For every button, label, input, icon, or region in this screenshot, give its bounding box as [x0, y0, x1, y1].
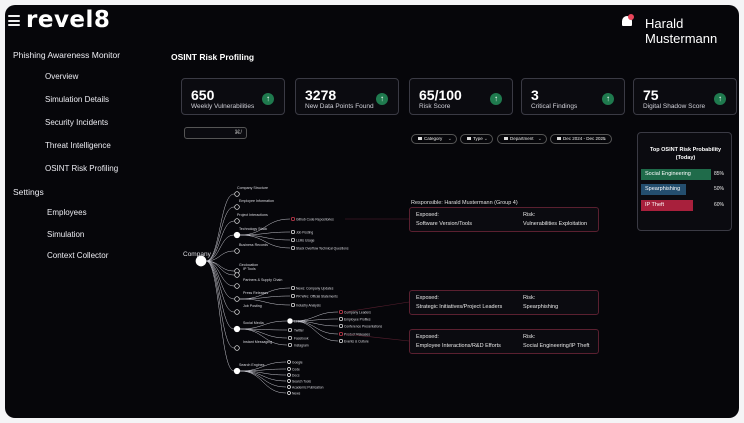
tree-branch-node: [234, 272, 240, 278]
tree-leaf-node: [338, 323, 344, 329]
tree-leaf-node: [287, 342, 293, 348]
osint-tree-diagram: Company Company Structure Employee Informa…: [183, 186, 410, 395]
tree-branch-label: Project Interactions: [237, 213, 268, 217]
tree-branch-label: Technology Stack: [239, 227, 267, 231]
tree-branch-label: Instant Messaging: [243, 340, 272, 344]
tree-leaf-node: [290, 293, 296, 299]
tree-edge: [205, 260, 235, 300]
tree-leaf-label: LLMs Usage: [296, 238, 315, 242]
tree-branch-node: [233, 231, 241, 239]
tree-branch-label: Business Records: [239, 243, 268, 247]
tree-leaf-label: Conference Presentations: [344, 324, 382, 328]
tree-leaf-node: [290, 229, 296, 235]
tree-branch-label: Job Posting: [243, 304, 262, 308]
tree-edge: [239, 368, 287, 372]
tree-branch-label: Press Releases: [243, 291, 268, 295]
tree-leaf-node: [287, 335, 293, 341]
tree-leaf-label: News: Company Updates: [296, 286, 334, 290]
tree-leaf-node: [338, 316, 344, 322]
tree-branch-node: [234, 218, 240, 224]
tree-leaf-node: [290, 216, 296, 222]
tree-branch-label: Company Structure: [237, 186, 268, 190]
tree-leaf-node: [287, 318, 293, 324]
tree-leaf-node: [287, 379, 291, 383]
tree-branch-label: Employee Information: [239, 199, 274, 203]
tree-leaf-node: [290, 302, 296, 308]
tree-edge: [239, 234, 291, 241]
tree-leaf-label: Job Posting: [296, 230, 313, 234]
tree-leaf-label: Stack Overflow Technical Questions: [296, 246, 349, 250]
tree-branch-node: [234, 248, 240, 254]
tree-leaf-label: Employee Profiles: [344, 317, 371, 321]
tree-root-node: [195, 255, 207, 267]
tree-branch-label: Search Engines: [239, 363, 265, 367]
tree-edge: [239, 370, 287, 388]
tree-root-label: Company: [183, 251, 212, 258]
tree-branch-node: [234, 204, 240, 210]
tree-leaf-node: [338, 338, 344, 344]
tree-leaf-node: [287, 373, 291, 377]
tree-leaf-label: Docs: [292, 373, 300, 377]
finding-connector: [344, 301, 410, 313]
tree-edge: [205, 260, 235, 349]
tree-edge: [239, 370, 287, 394]
tree-leaf-label: News: [292, 391, 301, 395]
tree-leaf-label: Events & Culture: [344, 339, 369, 343]
tree-branch-label: Partners & Supply Chain: [243, 278, 282, 282]
tree-edge: [205, 260, 235, 330]
tree-branch-node: [234, 309, 240, 315]
tree-edge: [239, 328, 288, 339]
tree-branch-node: [234, 191, 240, 197]
tree-branch-node: [234, 283, 240, 289]
tree-leaf-label: Twitter: [294, 328, 305, 332]
tree-leaf-label: Search Tools: [292, 379, 311, 383]
tree-leaf-node: [287, 391, 291, 395]
tree-branch-label: Social Media: [243, 321, 264, 325]
tree-leaf-node: [287, 385, 291, 389]
tree-leaf-node: [287, 327, 293, 333]
tree-leaf-node: [290, 285, 296, 291]
tree-leaf-label: Google: [292, 360, 303, 364]
tree-leaf-label: PR Wire: Official Statements: [296, 294, 338, 298]
tree-leaf-node: [287, 360, 291, 364]
tree-leaf-node: [290, 245, 296, 251]
tree-branch-node: [234, 345, 240, 351]
tree-leaf-label: Code: [292, 367, 300, 371]
tree-branch-label: IP Tools: [243, 267, 256, 271]
tree-edge: [205, 260, 235, 372]
tree-leaf-label: Github Code Repositories: [296, 217, 334, 221]
tree-branch-node: [234, 296, 240, 302]
tree-leaf-label: Company Leaders: [344, 310, 371, 314]
tree-leaf-node: [287, 367, 291, 371]
tree-leaf-label: Instagram: [294, 343, 309, 347]
tree-leaf-label: Academic Publication: [292, 385, 324, 389]
tree-branch-node: [233, 367, 241, 375]
tree-leaf-label: Facebook: [294, 336, 309, 340]
tree-leaf-node: [290, 237, 296, 243]
app-window: revel8 Harald Mustermann Phishing Awaren…: [5, 5, 739, 418]
tree-leaf-label: Industry Analysis: [296, 303, 321, 307]
tree-leaf-node: [338, 309, 344, 315]
tree-branch-node: [233, 325, 241, 333]
tree-edge: [239, 370, 287, 382]
tree-leaf-node: [338, 331, 344, 337]
